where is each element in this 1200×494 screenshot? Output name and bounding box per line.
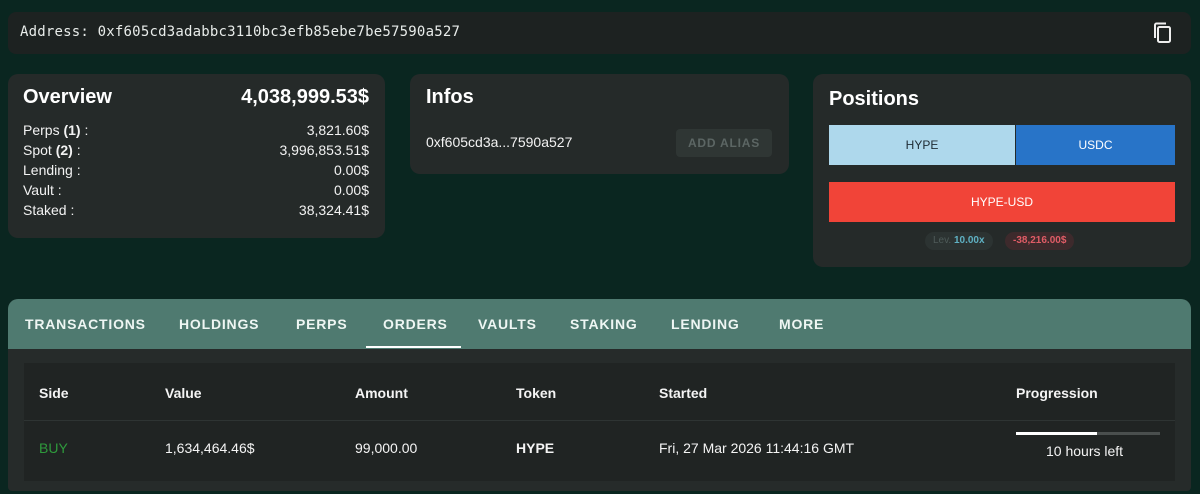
active-tab-indicator [366, 346, 461, 348]
address-label: Address: [20, 24, 90, 40]
position-token-usdc[interactable]: USDC [1016, 125, 1175, 165]
positions-card: Positions HYPE USDC HYPE-USD Lev. 10.00x… [813, 74, 1191, 267]
tab-lending[interactable]: LENDING [671, 299, 740, 349]
tab-bar: TRANSACTIONS HOLDINGS PERPS ORDERS VAULT… [8, 299, 1191, 349]
overview-row-perps: Perps (1) : 3,821.60$ [23, 122, 369, 138]
overview-row-staked: Staked : 38,324.41$ [23, 202, 369, 218]
progress-bar [1016, 432, 1160, 435]
add-alias-button[interactable]: ADD ALIAS [676, 129, 772, 157]
position-token-hype[interactable]: HYPE [829, 125, 1015, 165]
column-header-started[interactable]: Started [659, 385, 707, 401]
address-bar: Address: 0xf605cd3adabbc3110bc3efb85ebe7… [8, 12, 1191, 54]
short-address: 0xf605cd3a...7590a527 [426, 134, 573, 150]
tab-vaults[interactable]: VAULTS [478, 299, 537, 349]
tabs-panel: TRANSACTIONS HOLDINGS PERPS ORDERS VAULT… [8, 299, 1191, 491]
tab-staking[interactable]: STAKING [570, 299, 638, 349]
order-amount: 99,000.00 [355, 440, 418, 456]
tab-orders[interactable]: ORDERS [383, 299, 448, 349]
order-side: BUY [39, 440, 68, 456]
tab-holdings[interactable]: HOLDINGS [179, 299, 259, 349]
position-pair-hype-usd[interactable]: HYPE-USD [829, 182, 1175, 222]
order-started: Fri, 27 Mar 2026 11:44:16 GMT [659, 440, 855, 456]
overview-title: Overview [23, 86, 112, 108]
positions-title: Positions [829, 88, 920, 110]
column-header-side[interactable]: Side [39, 385, 69, 401]
order-value: 1,634,464.46$ [165, 440, 255, 456]
row-divider [24, 420, 1175, 421]
overview-row-spot: Spot (2) : 3,996,853.51$ [23, 142, 369, 158]
pnl-badge: -38,216.00$ [1005, 232, 1075, 250]
overview-row-lending: Lending : 0.00$ [23, 162, 369, 178]
wallet-address: Address: 0xf605cd3adabbc3110bc3efb85ebe7… [20, 24, 460, 40]
infos-card: Infos 0xf605cd3a...7590a527 ADD ALIAS [410, 74, 789, 174]
leverage-badge: Lev. 10.00x [925, 232, 993, 250]
orders-table: Side Value Amount Token Started Progress… [24, 363, 1175, 481]
tab-perps[interactable]: PERPS [296, 299, 347, 349]
column-header-progression[interactable]: Progression [1016, 385, 1098, 401]
overview-card: Overview 4,038,999.53$ Perps (1) : 3,821… [8, 74, 385, 238]
overview-total-value: 4,038,999.53$ [241, 86, 369, 108]
order-token: HYPE [516, 440, 555, 456]
column-header-token[interactable]: Token [516, 385, 556, 401]
tab-transactions[interactable]: TRANSACTIONS [25, 299, 146, 349]
time-left: 10 hours left [1046, 443, 1124, 459]
copy-icon[interactable] [1151, 21, 1175, 45]
progress-bar-fill [1016, 432, 1097, 435]
tab-more[interactable]: MORE [779, 299, 824, 349]
column-header-value[interactable]: Value [165, 385, 202, 401]
address-value: 0xf605cd3adabbc3110bc3efb85ebe7be57590a5… [97, 24, 461, 40]
overview-row-vault: Vault : 0.00$ [23, 182, 369, 198]
column-header-amount[interactable]: Amount [355, 385, 408, 401]
infos-title: Infos [426, 86, 474, 108]
